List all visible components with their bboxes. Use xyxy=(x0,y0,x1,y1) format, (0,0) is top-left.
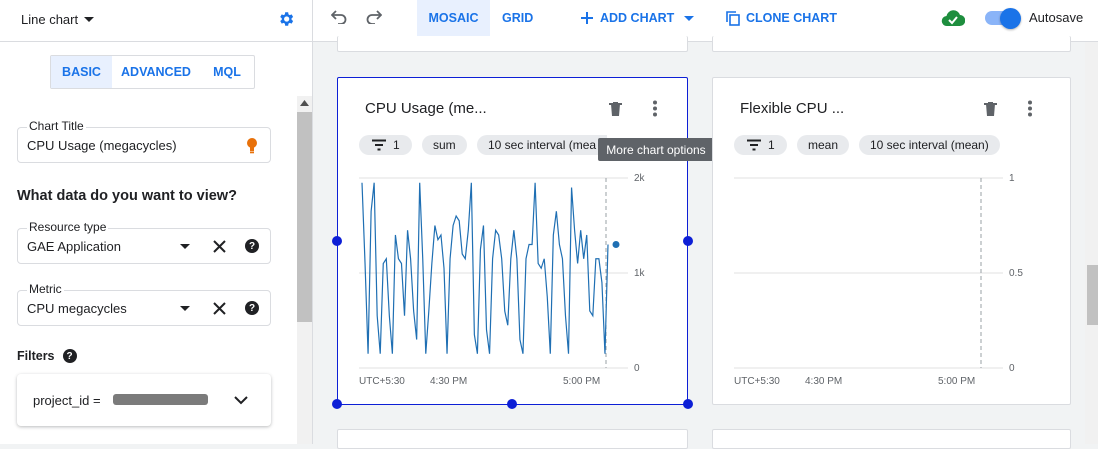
x-tick: 4:30 PM xyxy=(430,376,468,387)
chart-type-dropdown[interactable]: Line chart xyxy=(21,12,95,27)
filters-label: Filters xyxy=(17,349,55,363)
filters-heading: Filters ? xyxy=(17,349,77,363)
tab-basic[interactable]: BASIC xyxy=(51,56,112,88)
filter-list-icon xyxy=(372,139,386,151)
trash-icon[interactable] xyxy=(984,101,997,116)
metric-label: Metric xyxy=(27,282,64,296)
aggregation-chip[interactable]: 1 xyxy=(359,135,412,155)
resize-handle[interactable] xyxy=(683,236,693,246)
main-scrollbar-thumb[interactable] xyxy=(1087,265,1098,325)
left-scrollbar-thumb[interactable] xyxy=(297,112,312,322)
aggregation-count: 1 xyxy=(393,138,400,152)
reducer-chip[interactable]: sum xyxy=(422,135,467,155)
aggregation-count: 1 xyxy=(768,138,775,152)
main-scrollbar[interactable] xyxy=(1085,42,1098,444)
resize-handle[interactable] xyxy=(332,399,342,409)
metric-field[interactable]: Metric CPU megacycles ? xyxy=(17,282,271,326)
resource-type-value: GAE Application xyxy=(27,239,121,254)
y-tick: 0.5 xyxy=(1009,268,1023,279)
resource-type-label: Resource type xyxy=(27,220,109,234)
x-tick: UTC+5:30 xyxy=(734,376,780,387)
more-vert-icon[interactable] xyxy=(652,100,658,117)
clone-chart-button[interactable]: CLONE CHART xyxy=(726,0,837,36)
filter-text: project_id = xyxy=(33,393,101,408)
chevron-down-icon[interactable] xyxy=(234,396,248,405)
redacted-value xyxy=(113,394,208,405)
chart-card-partial xyxy=(337,36,688,52)
chart-title: Flexible CPU ... xyxy=(740,100,845,117)
chart-card-partial xyxy=(712,429,1071,449)
tab-advanced[interactable]: ADVANCED xyxy=(112,56,200,88)
y-tick: 0 xyxy=(1009,363,1015,374)
resize-handle[interactable] xyxy=(507,399,517,409)
clear-icon[interactable] xyxy=(213,302,226,315)
cpu-chart-plot[interactable] xyxy=(338,165,687,395)
resource-type-field[interactable]: Resource type GAE Application ? xyxy=(17,220,271,264)
latest-point xyxy=(612,241,620,248)
chart-title-label: Chart Title xyxy=(27,119,86,133)
scroll-up-icon[interactable] xyxy=(300,100,309,106)
help-icon[interactable]: ? xyxy=(245,239,259,253)
x-tick: 5:00 PM xyxy=(563,376,601,387)
help-icon[interactable]: ? xyxy=(62,349,77,363)
chart-title-value: CPU Usage (megacycles) xyxy=(27,138,177,153)
clear-icon[interactable] xyxy=(213,240,226,253)
mosaic-button[interactable]: MOSAIC xyxy=(417,0,490,36)
flex-chart-plot[interactable] xyxy=(713,165,1070,395)
x-tick: 5:00 PM xyxy=(938,376,976,387)
filter-chip-project-id[interactable]: project_id = xyxy=(17,374,271,426)
plus-icon xyxy=(581,12,593,24)
add-chart-label: ADD CHART xyxy=(600,11,675,25)
trash-icon[interactable] xyxy=(609,101,622,116)
add-chart-button[interactable]: ADD CHART xyxy=(580,0,695,36)
interval-chip[interactable]: 10 sec interval (mea xyxy=(477,135,607,155)
filter-list-icon xyxy=(747,139,761,151)
series-line xyxy=(361,182,609,354)
resize-handle[interactable] xyxy=(683,399,693,409)
metric-value: CPU megacycles xyxy=(27,301,127,316)
chevron-down-icon[interactable] xyxy=(180,306,190,311)
tab-mql[interactable]: MQL xyxy=(200,56,254,88)
section-title: What data do you want to view? xyxy=(17,188,237,204)
autosave-toggle-knob[interactable] xyxy=(1000,8,1021,29)
cloud-saved-icon xyxy=(941,10,965,27)
more-vert-icon[interactable] xyxy=(1027,100,1033,117)
aggregation-chip[interactable]: 1 xyxy=(734,135,787,155)
y-tick: 2k xyxy=(634,173,645,184)
chevron-down-icon[interactable] xyxy=(180,244,190,249)
lightbulb-icon[interactable] xyxy=(246,137,258,154)
y-tick: 0 xyxy=(634,363,640,374)
resize-handle[interactable] xyxy=(332,236,342,246)
x-tick: UTC+5:30 xyxy=(359,376,405,387)
redo-icon[interactable] xyxy=(366,10,382,24)
query-mode-tabs: BASIC ADVANCED MQL xyxy=(50,55,255,89)
interval-chip[interactable]: 10 sec interval (mean) xyxy=(859,135,1000,155)
chevron-down-icon xyxy=(684,15,695,21)
chart-title-field[interactable]: Chart Title CPU Usage (megacycles) xyxy=(17,119,271,163)
chart-title: CPU Usage (me... xyxy=(365,100,487,117)
chevron-down-icon xyxy=(84,17,95,22)
undo-icon[interactable] xyxy=(331,10,347,24)
chart-card-partial xyxy=(337,429,688,449)
more-options-tooltip: More chart options xyxy=(598,138,714,161)
x-tick: 4:30 PM xyxy=(805,376,843,387)
clone-chart-label: CLONE CHART xyxy=(746,11,837,25)
help-icon[interactable]: ? xyxy=(245,301,259,315)
chart-card-partial xyxy=(712,36,1071,52)
grid-button[interactable]: GRID xyxy=(502,0,533,36)
chart-type-label: Line chart xyxy=(21,12,79,27)
y-tick: 1 xyxy=(1009,173,1015,184)
gear-icon[interactable] xyxy=(277,10,295,28)
reducer-chip[interactable]: mean xyxy=(797,135,850,155)
autosave-label: Autosave xyxy=(1029,10,1084,25)
copy-icon xyxy=(726,10,740,26)
y-tick: 1k xyxy=(634,268,645,279)
